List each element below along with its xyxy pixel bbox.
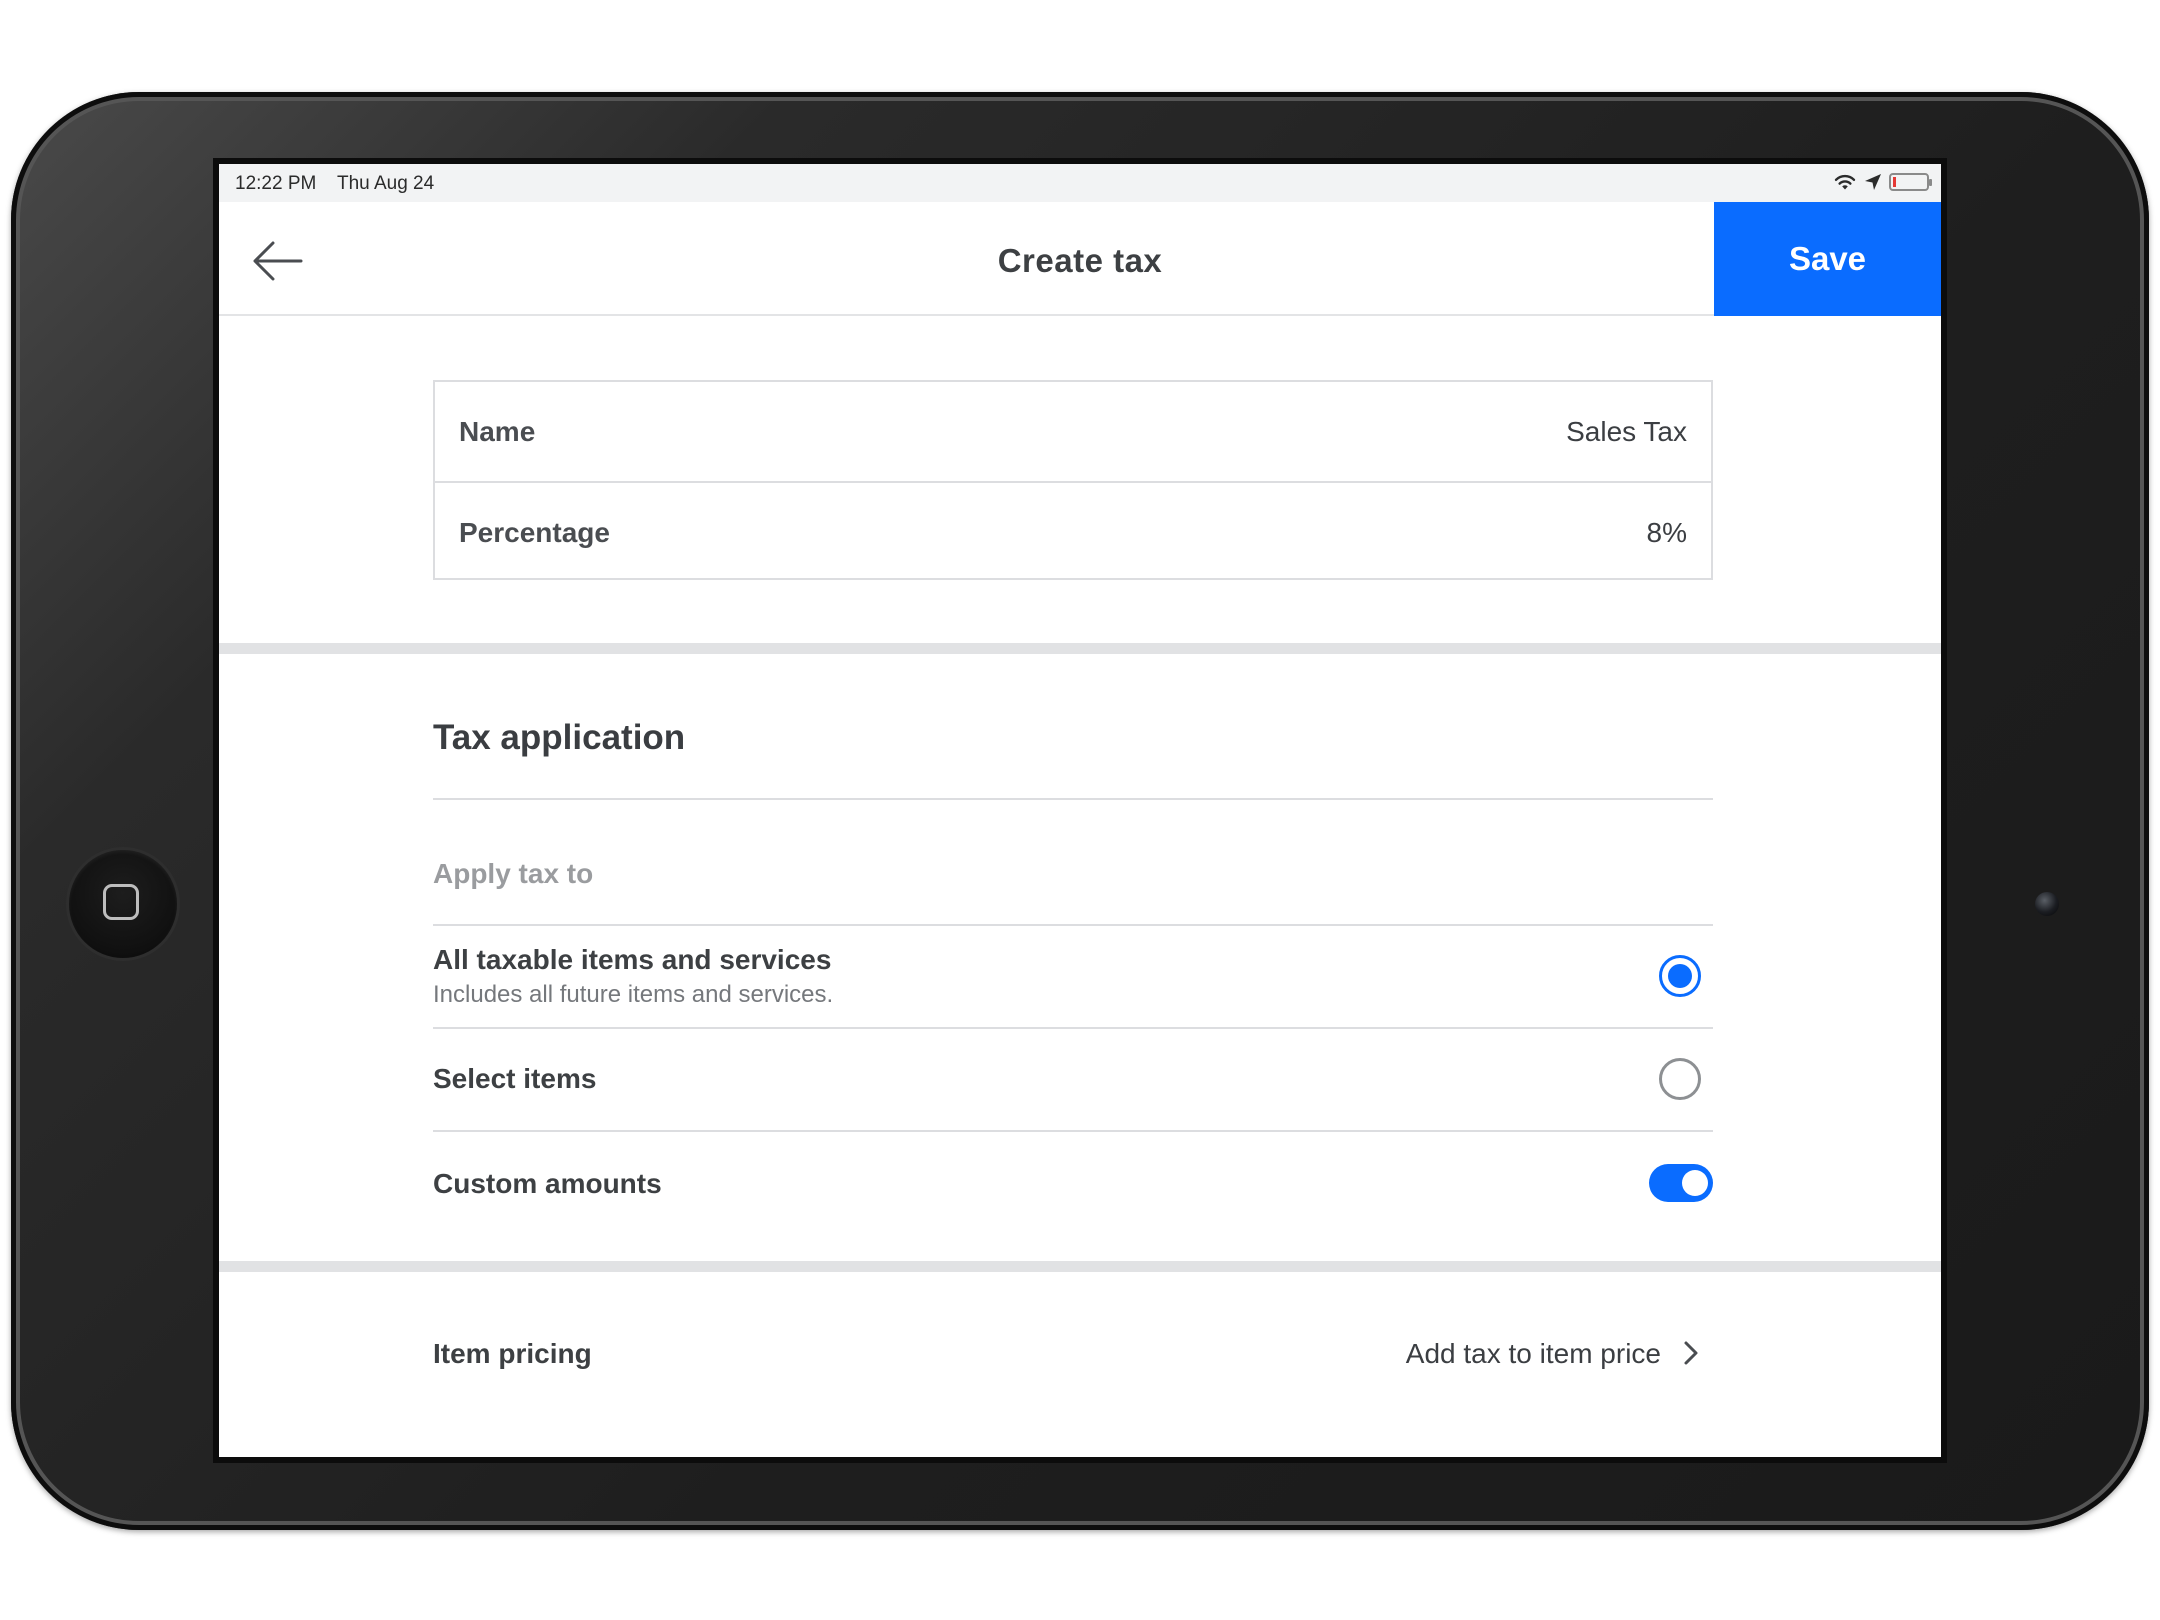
nav-bar: Create tax Save [219, 202, 1941, 316]
home-button[interactable] [69, 850, 177, 958]
name-field[interactable]: Name Sales Tax [435, 382, 1711, 481]
toggle-knob [1682, 1170, 1708, 1196]
section-divider [219, 1261, 1941, 1272]
wifi-icon [1834, 174, 1856, 190]
tax-fields-card: Name Sales Tax Percentage 8% [433, 380, 1713, 580]
item-pricing-label: Item pricing [433, 1338, 592, 1369]
screen: 12:22 PM Thu Aug 24 Create tax Save Name… [213, 158, 1947, 1463]
name-field-label: Name [459, 416, 536, 447]
percentage-field-label: Percentage [459, 517, 610, 548]
option-all-taxable-items[interactable]: All taxable items and services Includes … [433, 926, 1713, 1027]
page-title: Create tax [997, 242, 1163, 279]
custom-amounts-toggle[interactable] [1649, 1164, 1713, 1202]
location-arrow-icon [1865, 174, 1881, 190]
option-title: Select items [433, 1063, 597, 1094]
option-select-items[interactable]: Select items [433, 1029, 1713, 1130]
percentage-field-value[interactable]: 8% [1647, 517, 1687, 549]
heading-rule [433, 798, 1713, 800]
name-field-value[interactable]: Sales Tax [1566, 416, 1687, 448]
option-title: All taxable items and services [433, 944, 832, 975]
radio-selected[interactable] [1659, 955, 1701, 997]
front-camera [2035, 892, 2059, 916]
battery-level [1893, 177, 1896, 187]
chevron-right-icon [1684, 1341, 1698, 1365]
status-icons [1833, 172, 1932, 192]
option-subtitle: Includes all future items and services. [433, 981, 834, 1008]
percentage-field[interactable]: Percentage 8% [435, 481, 1711, 580]
custom-amounts-label: Custom amounts [433, 1168, 662, 1199]
section-divider [219, 643, 1941, 654]
save-button[interactable]: Save [1714, 202, 1941, 316]
battery-icon [1889, 173, 1932, 191]
apply-tax-to-label: Apply tax to [433, 858, 594, 889]
status-date: Thu Aug 24 [337, 173, 435, 194]
item-pricing-row[interactable]: Item pricing Add tax to item price [433, 1324, 1713, 1384]
radio-dot [1668, 964, 1692, 988]
radio-unselected[interactable] [1659, 1058, 1701, 1100]
custom-amounts-row: Custom amounts [433, 1132, 1713, 1232]
status-time: 12:22 PM [235, 173, 317, 194]
tax-application-heading: Tax application [433, 718, 686, 757]
status-bar: 12:22 PM Thu Aug 24 [219, 164, 1941, 202]
item-pricing-value: Add tax to item price [1405, 1338, 1661, 1369]
home-square-icon [103, 884, 139, 920]
